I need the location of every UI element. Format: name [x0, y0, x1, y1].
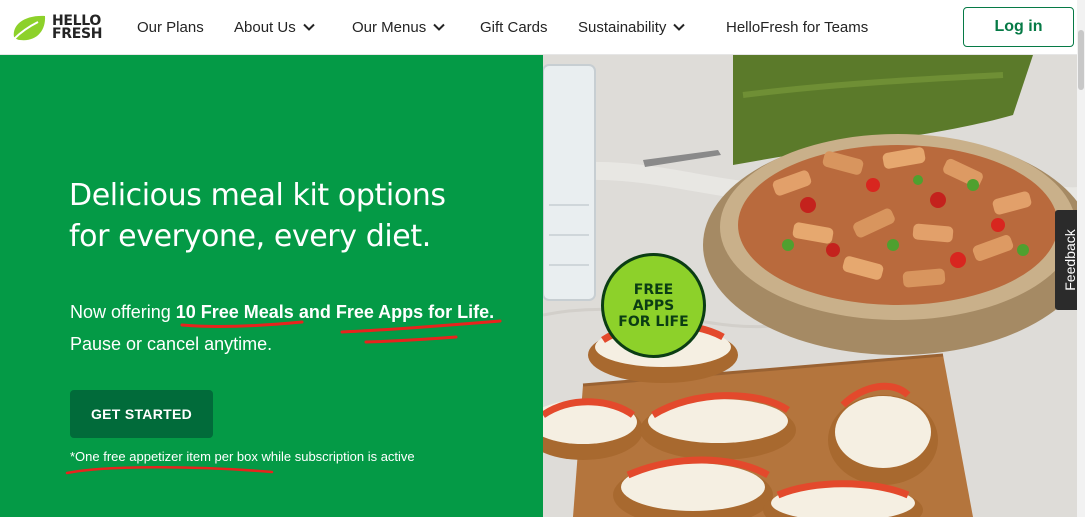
nav-about-us-label: About Us	[234, 18, 296, 36]
chevron-down-icon	[433, 23, 445, 31]
hero-panel	[0, 55, 543, 517]
nav-our-plans[interactable]: Our Plans	[137, 17, 204, 37]
hellofresh-logo[interactable]: HELLO FRESH	[10, 10, 110, 46]
nav-sustainability-label: Sustainability	[578, 18, 667, 36]
nav-hellofresh-for-teams[interactable]: HelloFresh for Teams	[726, 17, 868, 37]
feedback-label: Feedback	[1062, 229, 1078, 291]
badge-line2: APPS	[632, 297, 675, 314]
offer-free-meals: 10 Free Meals	[175, 302, 294, 322]
nav-our-menus-label: Our Menus	[352, 18, 427, 36]
offer-prefix: Now offering	[70, 302, 176, 322]
chevron-down-icon	[673, 23, 686, 31]
hero-offer-text: Now offering 10 Free Meals and Free Apps…	[70, 296, 540, 360]
offer-and: and	[293, 302, 336, 322]
nav-our-menus[interactable]: Our Menus	[352, 17, 445, 37]
page-scrollbar[interactable]	[1077, 0, 1085, 517]
offer-line2: Pause or cancel anytime.	[70, 334, 273, 354]
nav-gift-cards-label: Gift Cards	[480, 18, 548, 36]
offer-free-apps: Free Apps for Life.	[335, 302, 495, 322]
offer-line1: Now offering 10 Free Meals and Free Apps…	[70, 296, 540, 328]
disclaimer-text: *One free appetizer item per box while s…	[70, 449, 415, 464]
hero-headline-line2: for everyone, every diet.	[69, 219, 431, 254]
nav-gift-cards[interactable]: Gift Cards	[480, 17, 548, 37]
badge-line3: FOR LIFE	[618, 313, 689, 330]
free-apps-badge: FREE APPS FOR LIFE	[601, 253, 706, 358]
badge-line1: FREE	[633, 281, 674, 298]
login-button[interactable]: Log in	[963, 7, 1074, 47]
nav-about-us[interactable]: About Us	[234, 17, 315, 37]
hero-headline-line1: Delicious meal kit options	[69, 178, 446, 213]
logo-wordmark: HELLO FRESH	[52, 14, 103, 42]
nav-hellofresh-for-teams-label: HelloFresh for Teams	[726, 18, 869, 36]
chevron-down-icon	[302, 23, 315, 31]
nav-our-plans-label: Our Plans	[137, 18, 204, 36]
site-header: HELLO FRESH Our Plans About Us Our Menus…	[0, 0, 1085, 55]
hero-headline: Delicious meal kit options for everyone,…	[69, 175, 519, 257]
scrollbar-thumb[interactable]	[1078, 30, 1084, 90]
logo-text-line2: FRESH	[52, 26, 103, 42]
nav-sustainability[interactable]: Sustainability	[578, 17, 686, 37]
get-started-button[interactable]: GET STARTED	[70, 390, 213, 438]
hellofresh-leaf-icon	[13, 15, 46, 41]
